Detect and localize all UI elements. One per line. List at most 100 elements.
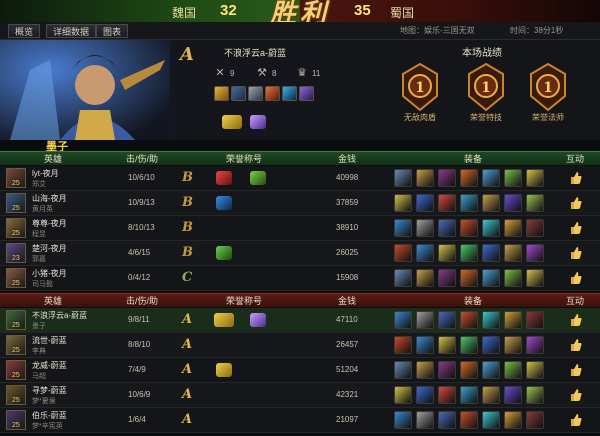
- equipment-slot-icon[interactable]: [504, 336, 522, 354]
- equipment-slot-icon[interactable]: [526, 194, 544, 212]
- like-icon[interactable]: [569, 313, 583, 327]
- equipment-slot-icon[interactable]: [416, 269, 434, 287]
- equipment-slot-icon[interactable]: [482, 361, 500, 379]
- equipment-slot-icon[interactable]: [504, 169, 522, 187]
- equipment-slot-icon[interactable]: [460, 194, 478, 212]
- player-row[interactable]: 25 寻梦-蔚蓝 梦*夏侯 10/6/9 A 42321: [0, 383, 600, 408]
- equipment-slot-icon[interactable]: [526, 386, 544, 404]
- equipment-slot-icon[interactable]: [394, 244, 412, 262]
- equipment-slot-icon[interactable]: [482, 219, 500, 237]
- equipment-slot-icon[interactable]: [504, 411, 522, 429]
- equipment-slot-icon[interactable]: [438, 169, 456, 187]
- equipment-slot-icon[interactable]: [416, 244, 434, 262]
- equipment-slot-icon[interactable]: [526, 219, 544, 237]
- player-row[interactable]: 25 龙威-蔚蓝 马超 7/4/9 A 51204: [0, 358, 600, 383]
- equipment-slot-icon[interactable]: [526, 244, 544, 262]
- equipment-slot-icon[interactable]: [394, 336, 412, 354]
- item-slot-icon[interactable]: [299, 86, 314, 101]
- equipment-slot-icon[interactable]: [416, 411, 434, 429]
- like-icon[interactable]: [569, 413, 583, 427]
- equipment-slot-icon[interactable]: [526, 361, 544, 379]
- equipment-slot-icon[interactable]: [460, 169, 478, 187]
- equipment-slot-icon[interactable]: [482, 194, 500, 212]
- equipment-slot-icon[interactable]: [416, 386, 434, 404]
- equipment-slot-icon[interactable]: [526, 336, 544, 354]
- tab-detailed-data[interactable]: 详细数据: [46, 24, 97, 38]
- player-row[interactable]: 23 楚河-夜月 郭嘉 4/6/15 B 26025: [0, 241, 600, 266]
- equipment-slot-icon[interactable]: [416, 361, 434, 379]
- equipment-slot-icon[interactable]: [394, 386, 412, 404]
- equipment-slot-icon[interactable]: [438, 244, 456, 262]
- equipment-slot-icon[interactable]: [416, 219, 434, 237]
- equipment-slot-icon[interactable]: [394, 411, 412, 429]
- equipment-slot-icon[interactable]: [482, 244, 500, 262]
- equipment-slot-icon[interactable]: [526, 169, 544, 187]
- like-icon[interactable]: [569, 388, 583, 402]
- equipment-slot-icon[interactable]: [394, 169, 412, 187]
- equipment-slot-icon[interactable]: [438, 269, 456, 287]
- equipment-slot-icon[interactable]: [438, 386, 456, 404]
- player-row[interactable]: 25 lyt-夜月 郑艾 10/6/10 B 40998: [0, 166, 600, 191]
- equipment-slot-icon[interactable]: [394, 194, 412, 212]
- equipment-slot-icon[interactable]: [460, 411, 478, 429]
- like-icon[interactable]: [569, 338, 583, 352]
- player-row[interactable]: 25 伯乐-蔚蓝 梦*辛宪英 1/6/4 A 21097: [0, 408, 600, 433]
- equipment-slot-icon[interactable]: [504, 269, 522, 287]
- tab-overview[interactable]: 概览: [8, 24, 41, 38]
- like-icon[interactable]: [569, 171, 583, 185]
- equipment-slot-icon[interactable]: [504, 361, 522, 379]
- equipment-slot-icon[interactable]: [482, 411, 500, 429]
- tab-charts[interactable]: 图表: [96, 24, 129, 38]
- equipment-slot-icon[interactable]: [416, 194, 434, 212]
- mvp-stat-second: ⚒ 8: [256, 67, 276, 79]
- equipment-slot-icon[interactable]: [438, 411, 456, 429]
- player-row[interactable]: 25 尊尊-夜月 程昱 8/10/13 B 38910: [0, 216, 600, 241]
- equipment-slot-icon[interactable]: [394, 219, 412, 237]
- player-row[interactable]: 25 山海-夜月 黄月英 10/9/13 B 37859: [0, 191, 600, 216]
- equipment-slot-icon[interactable]: [526, 411, 544, 429]
- equipment-slot-icon[interactable]: [394, 311, 412, 329]
- equipment-slot-icon[interactable]: [460, 219, 478, 237]
- equipment-slot-icon[interactable]: [394, 361, 412, 379]
- item-slot-icon[interactable]: [214, 86, 229, 101]
- player-row[interactable]: 25 流世-蔚蓝 李典 8/8/10 A 26457: [0, 333, 600, 358]
- equipment-slot-icon[interactable]: [438, 311, 456, 329]
- equipment-slot-icon[interactable]: [482, 269, 500, 287]
- equipment-slot-icon[interactable]: [526, 311, 544, 329]
- equipment-slot-icon[interactable]: [460, 386, 478, 404]
- equipment-slot-icon[interactable]: [416, 311, 434, 329]
- equipment-slot-icon[interactable]: [526, 269, 544, 287]
- like-icon[interactable]: [569, 246, 583, 260]
- equipment-slot-icon[interactable]: [504, 194, 522, 212]
- equipment-slot-icon[interactable]: [438, 219, 456, 237]
- equipment-slot-icon[interactable]: [438, 336, 456, 354]
- equipment-slot-icon[interactable]: [504, 386, 522, 404]
- player-row[interactable]: 25 小猪-夜月 司马懿 0/4/12 C 15908: [0, 266, 600, 291]
- equipment-slot-icon[interactable]: [438, 194, 456, 212]
- equipment-slot-icon[interactable]: [482, 169, 500, 187]
- equipment-slot-icon[interactable]: [460, 269, 478, 287]
- equipment-slot-icon[interactable]: [504, 219, 522, 237]
- equipment-slot-icon[interactable]: [460, 311, 478, 329]
- item-slot-icon[interactable]: [231, 86, 246, 101]
- equipment-slot-icon[interactable]: [482, 311, 500, 329]
- like-icon[interactable]: [569, 221, 583, 235]
- equipment-slot-icon[interactable]: [482, 336, 500, 354]
- like-icon[interactable]: [569, 363, 583, 377]
- item-slot-icon[interactable]: [248, 86, 263, 101]
- equipment-slot-icon[interactable]: [504, 311, 522, 329]
- player-row[interactable]: 25 不浪浮云a-蔚蓝 墨子 9/8/11 A 47110: [0, 308, 600, 333]
- like-icon[interactable]: [569, 271, 583, 285]
- equipment-slot-icon[interactable]: [394, 269, 412, 287]
- equipment-slot-icon[interactable]: [504, 244, 522, 262]
- item-slot-icon[interactable]: [282, 86, 297, 101]
- equipment-slot-icon[interactable]: [460, 361, 478, 379]
- like-icon[interactable]: [569, 196, 583, 210]
- equipment-slot-icon[interactable]: [482, 386, 500, 404]
- equipment-slot-icon[interactable]: [460, 336, 478, 354]
- equipment-slot-icon[interactable]: [416, 169, 434, 187]
- equipment-slot-icon[interactable]: [416, 336, 434, 354]
- item-slot-icon[interactable]: [265, 86, 280, 101]
- equipment-slot-icon[interactable]: [460, 244, 478, 262]
- equipment-slot-icon[interactable]: [438, 361, 456, 379]
